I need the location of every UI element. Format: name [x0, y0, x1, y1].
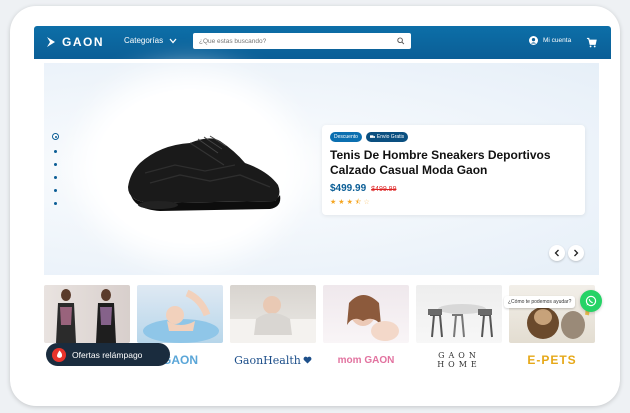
- chevron-left-icon: [554, 249, 559, 257]
- free-shipping-badge: Envio Gratis: [365, 132, 409, 142]
- mom-gaon-image: [323, 285, 409, 343]
- gaon-home-label: GAON HOME: [437, 351, 481, 369]
- carousel-dot-active[interactable]: [52, 133, 59, 140]
- account-label: Mi cuenta: [543, 37, 572, 44]
- rating-stars: ★ ★ ★ ⯪ ☆: [330, 199, 577, 206]
- heart-icon: [303, 356, 312, 364]
- carousel-dots: [52, 133, 59, 205]
- truck-icon: [369, 135, 375, 138]
- prev-slide-button[interactable]: [549, 245, 565, 261]
- current-price: $499.99: [330, 183, 367, 194]
- search-icon[interactable]: [397, 37, 405, 45]
- flash-deals-button[interactable]: Ofertas relámpago: [46, 343, 170, 366]
- star-icon: ★: [330, 199, 337, 206]
- product-title[interactable]: Tenis De Hombre Sneakers Deportivos Calz…: [330, 148, 577, 178]
- sneaker-image: [128, 135, 281, 211]
- site-header: GAON Categorías ¿Que estas buscando? Mi …: [34, 26, 611, 59]
- star-icon: ★: [346, 199, 353, 206]
- categories-label: Categorías: [124, 36, 164, 45]
- hero-carousel: Descuento Envio Gratis Tenis De Hombre S…: [44, 63, 599, 275]
- gaon-health-logo: GaonHealth: [230, 349, 316, 371]
- whatsapp-button[interactable]: [580, 290, 602, 312]
- flame-icon: [52, 347, 66, 362]
- star-icon: ★: [338, 199, 345, 206]
- free-shipping-label: Envio Gratis: [376, 134, 405, 140]
- whatsapp-icon: [585, 295, 597, 307]
- brand-card-gaon-health[interactable]: GaonHealth: [230, 285, 316, 373]
- gaon-logo[interactable]: GAON: [44, 33, 104, 51]
- search-input[interactable]: [199, 37, 398, 45]
- old-price: $499.99: [371, 186, 397, 193]
- fashion-models-image: [44, 285, 130, 343]
- user-icon: [529, 36, 538, 45]
- next-slide-button[interactable]: [568, 245, 584, 261]
- product-card[interactable]: Descuento Envio Gratis Tenis De Hombre S…: [322, 125, 585, 215]
- e-pets-label: E-PETS: [527, 353, 577, 367]
- product-prices: $499.99 $499.99: [330, 183, 577, 194]
- account-button[interactable]: Mi cuenta: [529, 36, 571, 45]
- brand-card-mom-gaon[interactable]: mom GAON: [323, 285, 409, 373]
- chevron-right-icon: [574, 249, 579, 257]
- logo-text: GAON: [62, 35, 104, 49]
- baby-bath-image: [137, 285, 223, 343]
- discount-badge: Descuento: [330, 132, 362, 142]
- cart-icon: [586, 37, 597, 48]
- gaon-logo-icon: [47, 37, 55, 47]
- brand-card-gaon-home[interactable]: GAON HOME: [416, 285, 502, 373]
- carousel-dot[interactable]: [54, 189, 57, 192]
- categories-menu[interactable]: Categorías: [124, 36, 177, 45]
- browser-screen: GAON Categorías ¿Que estas buscando? Mi …: [34, 26, 611, 391]
- carousel-dot[interactable]: [54, 202, 57, 205]
- flash-deals-label: Ofertas relámpago: [72, 349, 143, 360]
- help-bubble: ¿Cómo te podemos ayudar?: [504, 296, 576, 308]
- gaon-home-image: [416, 285, 502, 343]
- carousel-dot[interactable]: [54, 150, 57, 153]
- mom-gaon-label: mom GAON: [337, 354, 395, 366]
- e-pets-logo: E-PETS: [509, 349, 595, 371]
- carousel-dot[interactable]: [54, 163, 57, 166]
- gaon-home-logo: GAON HOME: [416, 349, 502, 371]
- gaon-health-image: [230, 285, 316, 343]
- carousel-dot[interactable]: [54, 176, 57, 179]
- mom-gaon-logo: mom GAON: [323, 349, 409, 371]
- star-empty-icon: ☆: [363, 199, 370, 206]
- search-bar: [193, 33, 411, 49]
- cart-button[interactable]: [586, 35, 597, 53]
- device-frame: GAON Categorías ¿Que estas buscando? Mi …: [10, 6, 620, 406]
- carousel-arrows: [549, 245, 584, 261]
- product-badges: Descuento Envio Gratis: [330, 132, 577, 142]
- star-half-icon: ⯪: [354, 199, 362, 206]
- gaon-health-label: GaonHealth: [234, 353, 301, 367]
- chevron-down-icon: [169, 38, 177, 43]
